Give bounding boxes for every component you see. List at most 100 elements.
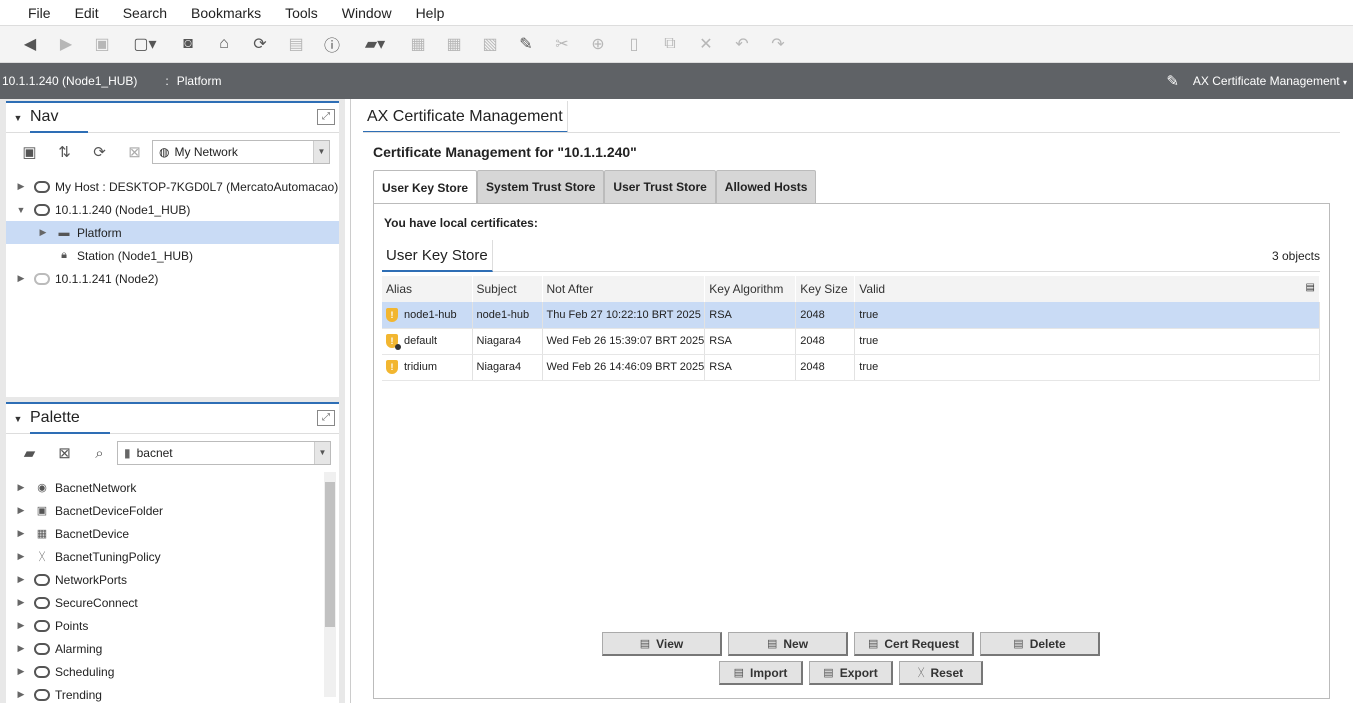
palette-scrollbar[interactable]	[324, 472, 336, 697]
copy-icon[interactable]: ⊕	[580, 30, 616, 58]
scrollbar-thumb[interactable]	[325, 482, 335, 627]
home-icon[interactable]: ⌂	[206, 30, 242, 58]
reset-button[interactable]: ᚷ Reset	[899, 661, 983, 685]
list-item[interactable]: ▶ SecureConnect	[6, 591, 339, 614]
breadcrumb-platform[interactable]: Platform	[177, 74, 222, 88]
expand-icon[interactable]: ▶	[14, 505, 28, 516]
find-icon[interactable]: ⌕	[82, 445, 117, 462]
column-key-size[interactable]: Key Size	[795, 276, 856, 302]
object-count: 3 objects	[1271, 249, 1320, 263]
table-row[interactable]: ! default Niagara4 Wed Feb 26 15:39:07 BR…	[382, 328, 1320, 355]
chevron-down-icon[interactable]: ▼	[313, 141, 329, 163]
view-selector[interactable]: AX Certificate Management ▾	[1193, 74, 1347, 88]
menu-help[interactable]: Help	[404, 5, 457, 21]
tab-allowed-hosts[interactable]: Allowed Hosts	[715, 170, 817, 203]
maximize-icon[interactable]: ⤢	[317, 109, 335, 125]
table-row[interactable]: ! node1-hub node1-hub Thu Feb 27 10:22:10…	[382, 302, 1320, 329]
network-combo[interactable]: ◍ My Network ▼	[152, 140, 330, 164]
collapse-icon[interactable]: ▼	[6, 113, 30, 123]
expand-icon[interactable]: ▶	[14, 181, 28, 192]
menu-search[interactable]: Search	[111, 5, 179, 21]
expand-icon[interactable]: ▶	[14, 689, 28, 700]
tree-item-my-host[interactable]: ▶ My Host : DESKTOP-7KGD0L7 (MercatoAuto…	[6, 175, 339, 198]
menu-bookmarks[interactable]: Bookmarks	[179, 5, 273, 21]
expand-icon[interactable]: ▶	[14, 273, 28, 284]
back-icon[interactable]: ◀	[12, 30, 48, 58]
expand-icon[interactable]: ▶	[14, 643, 28, 654]
list-item[interactable]: ▶ ᚷ BacnetTuningPolicy	[6, 545, 339, 568]
column-alias[interactable]: Alias	[382, 276, 473, 302]
list-item[interactable]: ▶ Scheduling	[6, 660, 339, 683]
edit-icon[interactable]: ✎	[508, 30, 544, 58]
tab-user-trust-store[interactable]: User Trust Store	[604, 170, 716, 203]
history-icon[interactable]: ▤	[278, 30, 314, 58]
delete-button[interactable]: ▤ Delete	[980, 632, 1100, 656]
screenshot-icon[interactable]: ◙	[170, 30, 206, 58]
menu-file[interactable]: File	[16, 5, 63, 21]
redo-icon[interactable]: ↷	[760, 30, 796, 58]
column-subject[interactable]: Subject	[472, 276, 543, 302]
close-icon[interactable]: ⊠	[47, 444, 82, 462]
column-not-after[interactable]: Not After	[542, 276, 706, 302]
side-bar-icon[interactable]: ▢▾	[120, 30, 170, 58]
cut-icon[interactable]: ✂	[544, 30, 580, 58]
maximize-icon[interactable]: ⤢	[317, 410, 335, 426]
tree-item-node2[interactable]: ▶ 10.1.1.241 (Node2)	[6, 267, 339, 290]
open-folder-icon[interactable]: ▰	[12, 444, 47, 462]
palette-combo[interactable]: ▮ bacnet ▼	[117, 441, 331, 465]
info-icon[interactable]: ⓘ	[314, 30, 350, 58]
tree-item-node1-hub[interactable]: ▼ 10.1.1.240 (Node1_HUB)	[6, 198, 339, 221]
save-all-icon[interactable]: ▦	[436, 30, 472, 58]
save-icon[interactable]: ▦	[400, 30, 436, 58]
new-button[interactable]: ▤ New	[728, 632, 848, 656]
menu-edit[interactable]: Edit	[63, 5, 111, 21]
list-item[interactable]: ▶ ◉ BacnetNetwork	[6, 476, 339, 499]
sort-icon[interactable]: ⇅	[47, 143, 82, 161]
up-level-icon[interactable]: ▣	[84, 30, 120, 58]
refresh-icon[interactable]: ⟳	[242, 30, 278, 58]
expand-icon[interactable]: ▶	[14, 482, 28, 493]
tree-item-station[interactable]: 🔒︎ Station (Node1_HUB)	[6, 244, 339, 267]
tree-item-platform[interactable]: ▶ ▬ Platform	[6, 221, 339, 244]
duplicate-icon[interactable]: ⧉	[652, 30, 688, 58]
chevron-down-icon[interactable]: ▼	[314, 442, 330, 464]
list-item[interactable]: ▶ ▦ BacnetDevice	[6, 522, 339, 545]
tab-system-trust-store[interactable]: System Trust Store	[477, 170, 605, 203]
expand-icon[interactable]: ▶	[14, 528, 28, 539]
paste-icon[interactable]: ▯	[616, 30, 652, 58]
expand-icon[interactable]: ▶	[14, 551, 28, 562]
collapse-icon[interactable]: ▼	[6, 414, 30, 424]
column-key-algorithm[interactable]: Key Algorithm	[704, 276, 797, 302]
undo-icon[interactable]: ↶	[724, 30, 760, 58]
new-folder-icon[interactable]: ▣	[12, 143, 47, 161]
expand-icon[interactable]: ▶	[14, 597, 28, 608]
open-folder-icon[interactable]: ▰▾	[350, 30, 400, 58]
collapse-icon[interactable]: ▼	[14, 205, 28, 215]
tab-ax-certificate-management[interactable]: AX Certificate Management	[363, 101, 568, 133]
forward-icon[interactable]: ▶	[48, 30, 84, 58]
column-valid[interactable]: Valid ▤	[854, 276, 1320, 302]
expand-icon[interactable]: ▶	[14, 620, 28, 631]
delete-icon[interactable]: ✕	[688, 30, 724, 58]
menu-window[interactable]: Window	[330, 5, 404, 21]
close-icon[interactable]: ⊠	[117, 143, 152, 161]
list-item[interactable]: ▶ Alarming	[6, 637, 339, 660]
list-item[interactable]: ▶ ▣ BacnetDeviceFolder	[6, 499, 339, 522]
tab-user-key-store[interactable]: User Key Store	[373, 170, 478, 204]
breadcrumb-host[interactable]: 10.1.1.240 (Node1_HUB)	[0, 74, 137, 88]
refresh-icon[interactable]: ⟳	[82, 143, 117, 161]
view-button[interactable]: ▤ View	[602, 632, 722, 656]
export-icon[interactable]: ▧	[472, 30, 508, 58]
expand-icon[interactable]: ▶	[36, 227, 50, 238]
menu-tools[interactable]: Tools	[273, 5, 330, 21]
expand-icon[interactable]: ▶	[14, 574, 28, 585]
export-button[interactable]: ▤ Export	[809, 661, 893, 685]
column-chooser-icon[interactable]: ▤	[1306, 282, 1315, 293]
list-item[interactable]: ▶ NetworkPorts	[6, 568, 339, 591]
expand-icon[interactable]: ▶	[14, 666, 28, 677]
table-row[interactable]: ! tridium Niagara4 Wed Feb 26 14:46:09 BR…	[382, 354, 1320, 381]
cert-request-button[interactable]: ▤ Cert Request	[854, 632, 974, 656]
pencil-icon[interactable]: ✎	[1166, 72, 1179, 90]
list-item[interactable]: ▶ Points	[6, 614, 339, 637]
import-button[interactable]: ▤ Import	[719, 661, 803, 685]
